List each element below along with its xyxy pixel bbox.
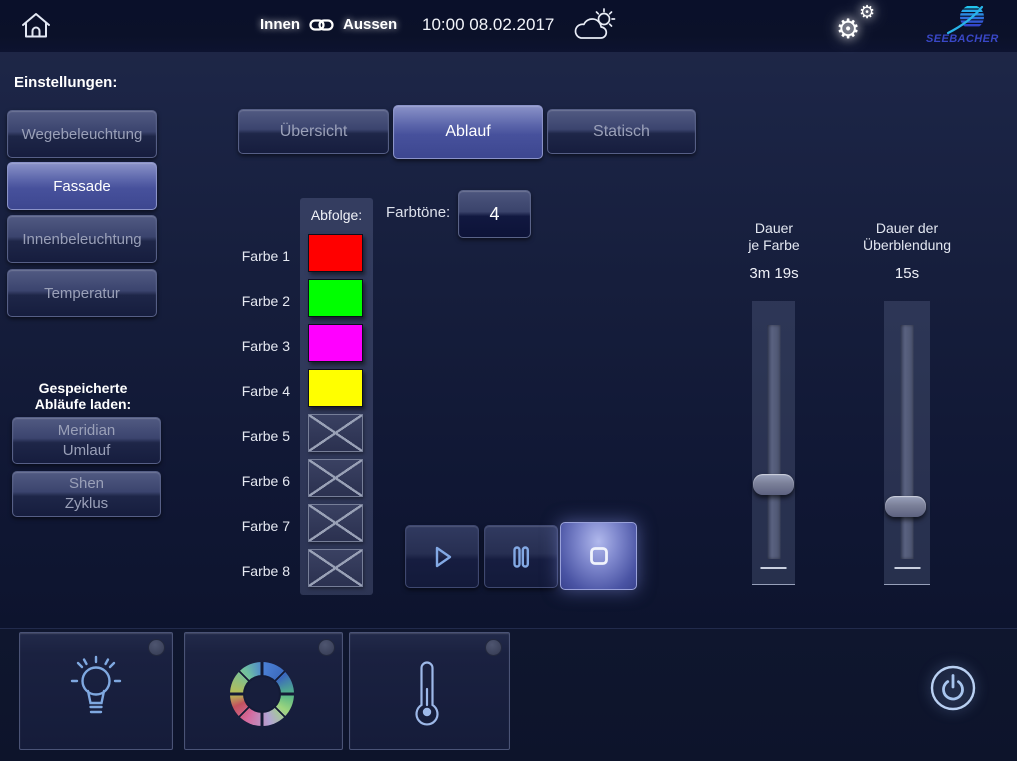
link-icon bbox=[309, 18, 334, 32]
farbe-7-swatch[interactable] bbox=[308, 504, 363, 542]
stop-button[interactable] bbox=[560, 522, 637, 590]
slider-duration-value: 3m 19s bbox=[714, 265, 834, 282]
farbe-7-label: Farbe 7 bbox=[218, 518, 290, 534]
seebacher-logo-text: SEEBACHER bbox=[926, 33, 1006, 45]
topbar: Innen Aussen 10:00 08.02.2017 ⚙ bbox=[0, 0, 1017, 52]
saved-title-line2: Abläufe laden: bbox=[7, 396, 159, 412]
slider-handle[interactable] bbox=[753, 474, 794, 495]
play-icon bbox=[425, 540, 459, 574]
slider-crossfade-value: 15s bbox=[843, 265, 971, 282]
sidebar-item-label: Innenbeleuchtung bbox=[22, 231, 141, 248]
farbe-2-swatch[interactable] bbox=[308, 279, 363, 317]
stop-icon bbox=[581, 538, 617, 574]
saved-label-line2: Zyklus bbox=[65, 494, 108, 514]
farbe-3-swatch[interactable] bbox=[308, 324, 363, 362]
saved-title-line1: Gespeicherte bbox=[7, 380, 159, 396]
farbtoene-label: Farbtöne: bbox=[386, 204, 450, 221]
saved-sequence-meridian-umlauf[interactable]: Meridian Umlauf bbox=[12, 417, 161, 464]
farbe-8-label: Farbe 8 bbox=[218, 563, 290, 579]
fassade-settings-screen: Innen Aussen 10:00 08.02.2017 ⚙ bbox=[0, 0, 1017, 761]
status-indicator bbox=[318, 639, 335, 656]
farbe-1-swatch[interactable] bbox=[308, 234, 363, 272]
power-button[interactable] bbox=[928, 663, 978, 713]
tab-label: Übersicht bbox=[280, 123, 348, 141]
seebacher-logo: SEEBACHER bbox=[920, 3, 1006, 49]
gears-icon[interactable]: ⚙ ⚙ bbox=[836, 4, 878, 48]
farbtoene-value-button[interactable]: 4 bbox=[458, 190, 531, 238]
pause-button[interactable] bbox=[484, 525, 558, 588]
seebacher-logo-mark bbox=[920, 3, 1006, 35]
sidebar-item-fassade[interactable]: Fassade bbox=[7, 162, 157, 210]
sidebar-item-temperatur[interactable]: Temperatur bbox=[7, 269, 157, 317]
power-icon bbox=[928, 663, 978, 713]
sidebar-item-wegebeleuchtung[interactable]: Wegebeleuchtung bbox=[7, 110, 157, 158]
tab-statisch[interactable]: Statisch bbox=[547, 109, 696, 154]
settings-title: Einstellungen: bbox=[14, 74, 117, 91]
weather-icon[interactable] bbox=[571, 7, 617, 45]
sidebar-item-label: Fassade bbox=[53, 178, 111, 195]
tab-ablauf[interactable]: Ablauf bbox=[393, 105, 543, 159]
slider-crossfade-title: Dauer der Überblendung bbox=[843, 220, 971, 254]
saved-label-line1: Shen bbox=[69, 474, 104, 494]
slider-title-line2: je Farbe bbox=[714, 237, 834, 254]
farbe-5-label: Farbe 5 bbox=[218, 428, 290, 444]
slider-track bbox=[767, 325, 780, 559]
pause-icon bbox=[504, 540, 538, 574]
sequence-header: Abfolge: bbox=[300, 207, 373, 223]
aussen-label[interactable]: Aussen bbox=[343, 16, 397, 33]
sidebar-item-label: Wegebeleuchtung bbox=[22, 126, 143, 143]
tab-label: Statisch bbox=[593, 123, 650, 141]
gear-big-glyph: ⚙ bbox=[836, 14, 860, 45]
farbe-1-label: Farbe 1 bbox=[218, 248, 290, 264]
home-icon[interactable] bbox=[20, 11, 52, 39]
color-wheel-icon bbox=[230, 662, 294, 726]
thermometer-icon bbox=[410, 657, 444, 727]
play-button[interactable] bbox=[405, 525, 479, 588]
innen-label[interactable]: Innen bbox=[260, 16, 300, 33]
slider-track bbox=[901, 325, 914, 559]
tab-uebersicht[interactable]: Übersicht bbox=[238, 109, 389, 154]
slider-duration-title: Dauer je Farbe bbox=[714, 220, 834, 254]
datetime: 10:00 08.02.2017 bbox=[422, 15, 554, 35]
farbe-4-label: Farbe 4 bbox=[218, 383, 290, 399]
innen-aussen-link[interactable]: Innen Aussen bbox=[260, 16, 397, 33]
sidebar-item-label: Temperatur bbox=[44, 285, 120, 302]
farbe-8-swatch[interactable] bbox=[308, 549, 363, 587]
farbe-4-swatch[interactable] bbox=[308, 369, 363, 407]
slider-handle[interactable] bbox=[885, 496, 926, 517]
slider-title-line2: Überblendung bbox=[843, 237, 971, 254]
saved-sequence-shen-zyklus[interactable]: Shen Zyklus bbox=[12, 471, 161, 517]
status-indicator bbox=[485, 639, 502, 656]
farbe-3-label: Farbe 3 bbox=[218, 338, 290, 354]
farbtoene-value: 4 bbox=[489, 204, 499, 225]
saved-sequences-title: Gespeicherte Abläufe laden: bbox=[7, 380, 159, 412]
farbe-6-label: Farbe 6 bbox=[218, 473, 290, 489]
saved-label-line2: Umlauf bbox=[63, 441, 111, 461]
farbe-5-swatch[interactable] bbox=[308, 414, 363, 452]
farbe-6-swatch[interactable] bbox=[308, 459, 363, 497]
bulb-icon bbox=[64, 651, 128, 729]
slider-title-line1: Dauer der bbox=[843, 220, 971, 237]
farbe-2-label: Farbe 2 bbox=[218, 293, 290, 309]
status-indicator bbox=[148, 639, 165, 656]
gear-small-glyph: ⚙ bbox=[859, 2, 875, 23]
tab-label: Ablauf bbox=[445, 123, 490, 141]
crossfade-duration-slider[interactable] bbox=[884, 301, 930, 585]
saved-label-line1: Meridian bbox=[58, 421, 116, 441]
sidebar-item-innenbeleuchtung[interactable]: Innenbeleuchtung bbox=[7, 215, 157, 263]
slider-title-line1: Dauer bbox=[714, 220, 834, 237]
duration-per-color-slider[interactable] bbox=[752, 301, 795, 585]
